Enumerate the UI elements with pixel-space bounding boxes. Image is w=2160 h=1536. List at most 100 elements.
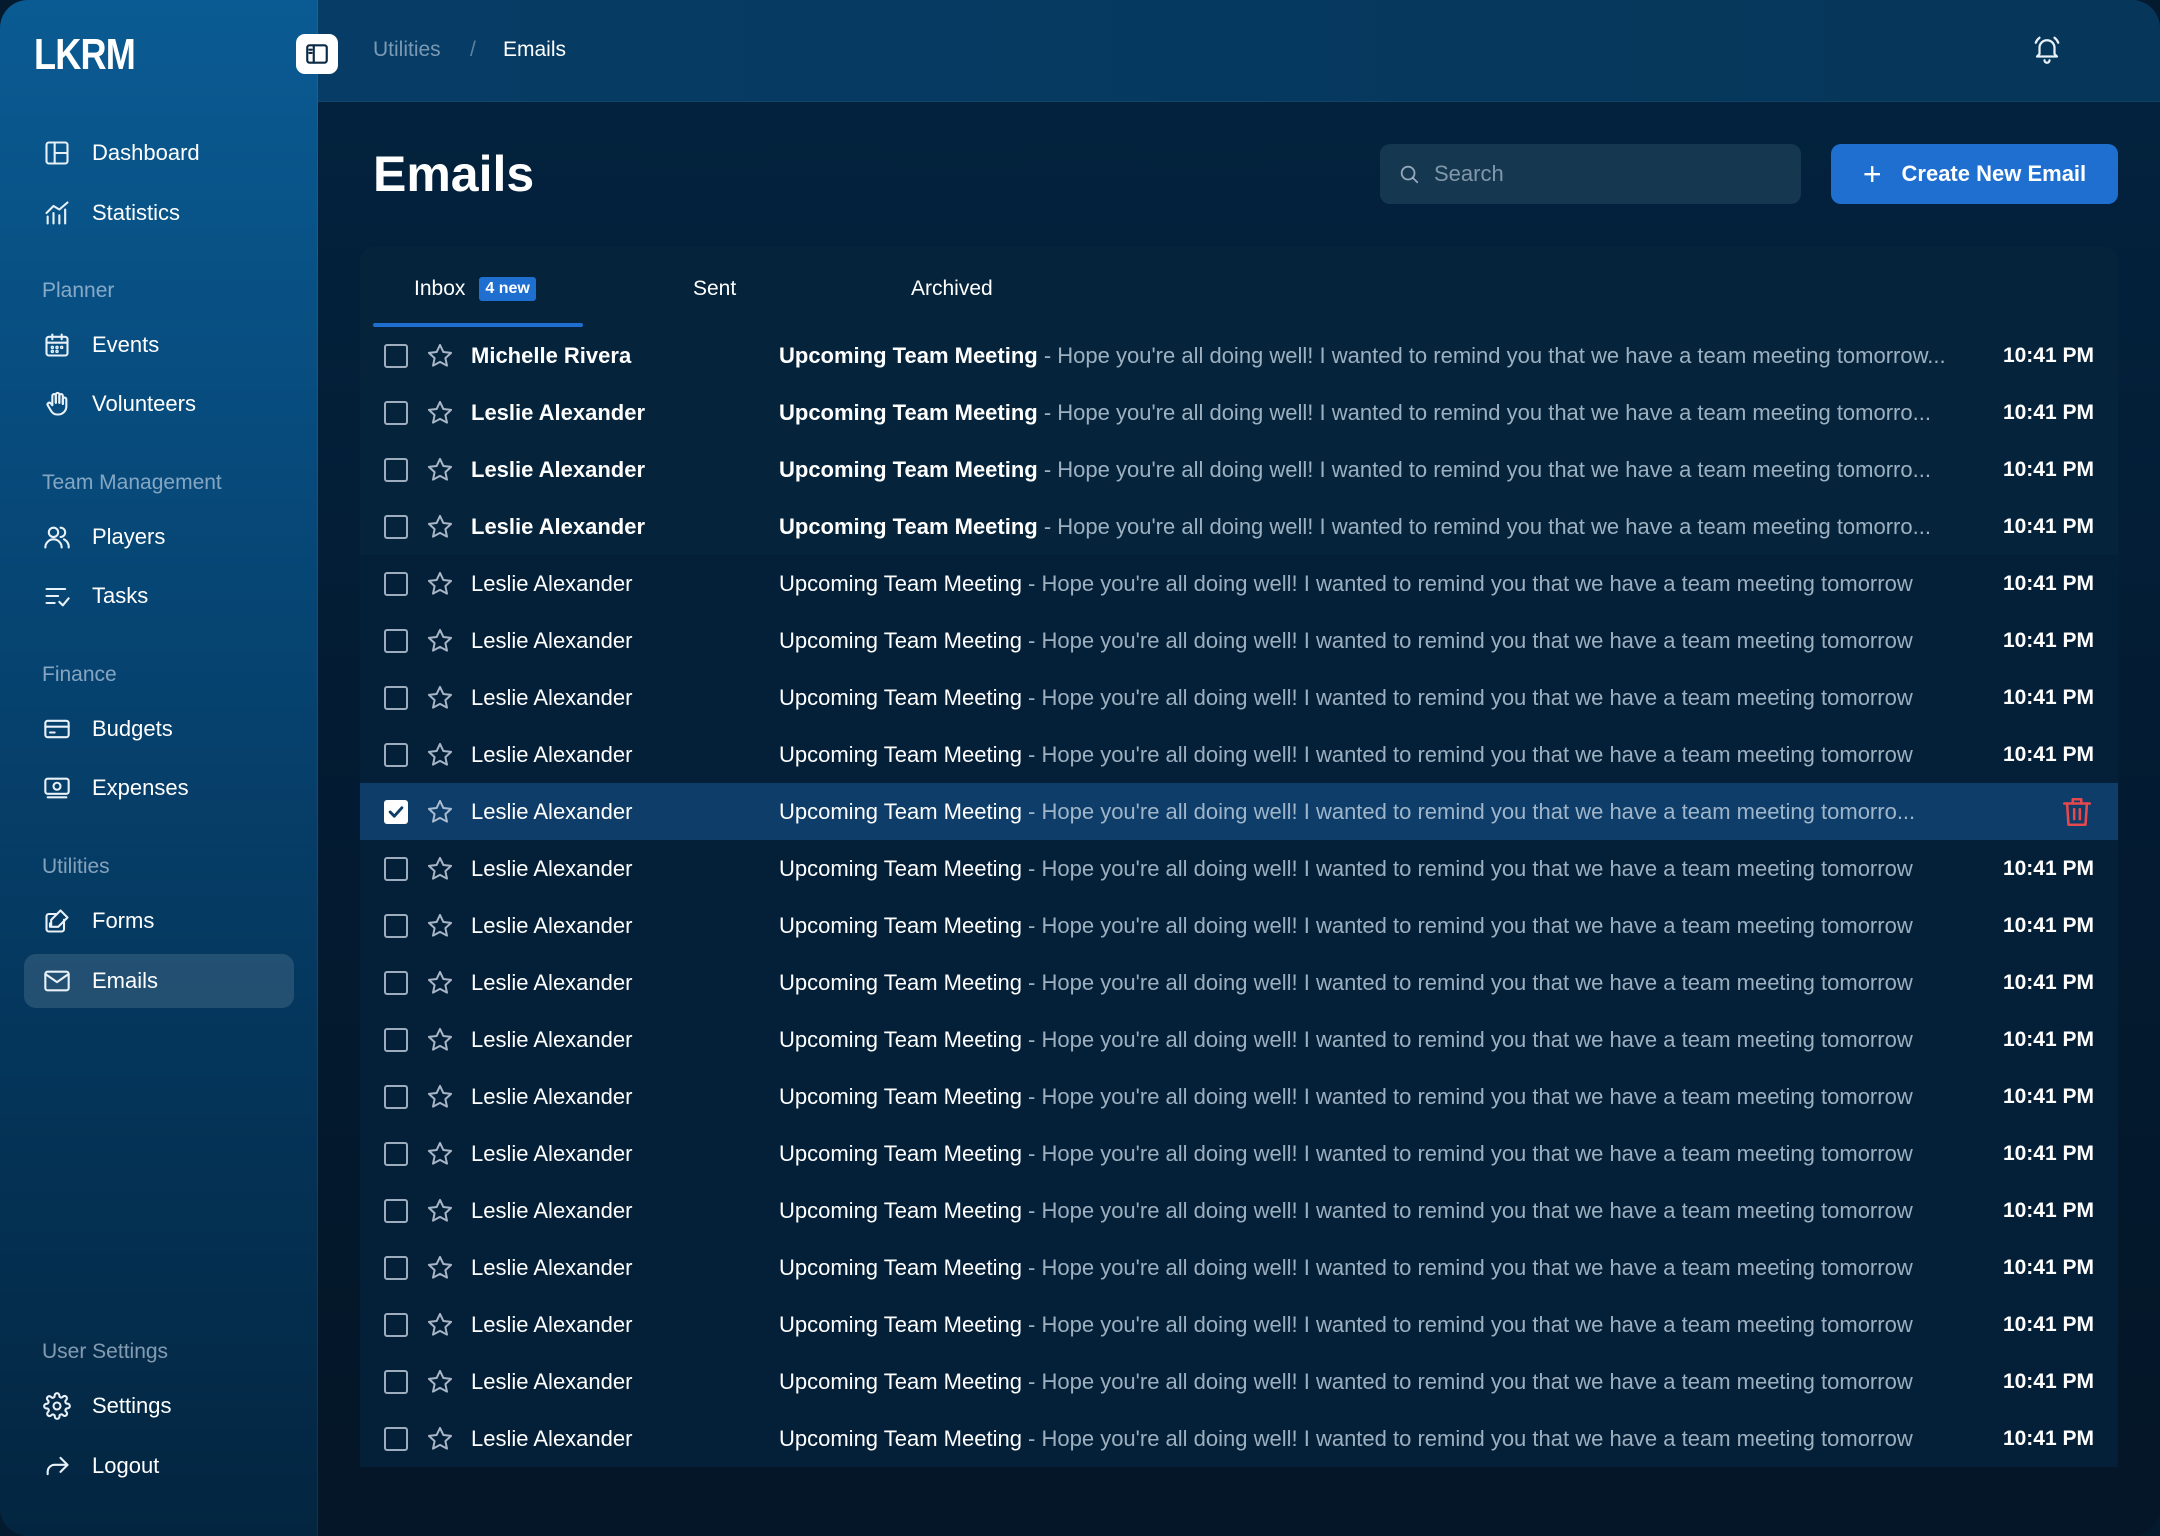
email-preview: - Hope you're all doing well! I wanted t… [1021,912,1913,938]
create-new-email-button[interactable]: + Create New Email [1831,144,2118,204]
email-checkbox[interactable] [384,970,408,995]
star-icon[interactable] [426,741,454,769]
email-row[interactable]: Leslie Alexander Upcoming Team Meeting - … [360,840,2118,897]
tab-inbox[interactable]: Inbox 4 new [414,277,536,301]
email-checkbox[interactable] [384,1255,408,1280]
sidebar-item-label: Forms [92,908,155,933]
sidebar-item-players[interactable]: Players [24,510,294,564]
email-sender: Leslie Alexander [471,627,633,653]
email-checkbox[interactable] [384,400,408,425]
email-checkbox[interactable] [384,457,408,482]
email-row[interactable]: Michelle Rivera Upcoming Team Meeting - H… [360,327,2118,384]
email-checkbox[interactable] [384,1198,408,1223]
email-row[interactable]: Leslie Alexander Upcoming Team Meeting - … [360,954,2118,1011]
tab-sent[interactable]: Sent [693,277,736,301]
email-row[interactable]: Leslie Alexander Upcoming Team Meeting - … [360,1068,2118,1125]
sidebar-toggle-button[interactable] [296,34,338,74]
star-icon[interactable] [426,399,454,427]
email-checkbox[interactable] [384,856,408,881]
star-icon[interactable] [426,1197,454,1225]
email-checkbox[interactable] [384,913,408,938]
search-input[interactable] [1434,161,1774,187]
star-icon[interactable] [426,1311,454,1339]
email-row[interactable]: Leslie Alexander Upcoming Team Meeting - … [360,669,2118,726]
star-icon[interactable] [426,912,454,940]
notifications-button[interactable] [2032,34,2062,69]
sidebar-item-settings[interactable]: Settings [24,1379,294,1433]
star-icon[interactable] [426,684,454,712]
sidebar-item-statistics[interactable]: Statistics [24,186,294,240]
star-icon[interactable] [426,855,454,883]
star-icon[interactable] [426,1083,454,1111]
star-icon[interactable] [426,1254,454,1282]
email-row[interactable]: Leslie Alexander Upcoming Team Meeting - … [360,1296,2118,1353]
sidebar-item-tasks[interactable]: Tasks [24,569,294,623]
email-row[interactable]: Leslie Alexander Upcoming Team Meeting - … [360,612,2118,669]
email-row[interactable]: Leslie Alexander Upcoming Team Meeting - … [360,897,2118,954]
sidebar-item-dashboard[interactable]: Dashboard [24,126,294,180]
email-checkbox[interactable] [384,343,408,368]
sidebar-item-forms[interactable]: Forms [24,894,294,948]
email-checkbox[interactable] [384,628,408,653]
email-row[interactable]: Leslie Alexander Upcoming Team Meeting - … [360,555,2118,612]
email-checkbox[interactable] [384,799,408,824]
email-message: Upcoming Team Meeting - Hope you're all … [779,742,1959,768]
email-row[interactable]: Leslie Alexander Upcoming Team Meeting - … [360,441,2118,498]
email-row[interactable]: Leslie Alexander Upcoming Team Meeting - … [360,498,2118,555]
tab-archived[interactable]: Archived [911,277,993,301]
star-icon[interactable] [426,798,454,826]
star-icon[interactable] [426,456,454,484]
sidebar-item-budgets[interactable]: Budgets [24,702,294,756]
sidebar-item-emails[interactable]: Emails [24,954,294,1008]
email-row[interactable]: Leslie Alexander Upcoming Team Meeting - … [360,384,2118,441]
star-icon[interactable] [426,342,454,370]
email-row[interactable]: Leslie Alexander Upcoming Team Meeting - … [360,1353,2118,1410]
email-time: 10:41 PM [2002,1084,2094,1108]
email-message: Upcoming Team Meeting - Hope you're all … [779,913,1959,939]
breadcrumb-utilities[interactable]: Utilities [373,38,441,62]
sidebar-item-logout[interactable]: Logout [24,1439,294,1493]
logout-icon [42,1451,72,1481]
email-checkbox[interactable] [384,1027,408,1052]
sidebar-item-label: Statistics [92,200,181,225]
email-sender: Leslie Alexander [471,1083,633,1109]
logo[interactable]: LKRM [34,30,136,80]
trash-icon[interactable] [2060,795,2094,829]
sidebar-item-volunteers[interactable]: Volunteers [24,377,294,431]
email-sender: Leslie Alexander [471,1140,633,1166]
star-icon[interactable] [426,1026,454,1054]
email-row[interactable]: Leslie Alexander Upcoming Team Meeting - … [360,1182,2118,1239]
email-checkbox[interactable] [384,1312,408,1337]
email-checkbox[interactable] [384,742,408,767]
search-box[interactable] [1380,144,1801,204]
star-icon[interactable] [426,570,454,598]
email-sender: Leslie Alexander [471,912,633,938]
email-checkbox[interactable] [384,1369,408,1394]
star-icon[interactable] [426,513,454,541]
email-message: Upcoming Team Meeting - Hope you're all … [779,1369,1959,1395]
sidebar-item-expenses[interactable]: Expenses [24,761,294,815]
email-preview: - Hope you're all doing well! I wanted t… [1021,1368,1913,1394]
star-icon[interactable] [426,1368,454,1396]
email-row[interactable]: Leslie Alexander Upcoming Team Meeting - … [360,726,2118,783]
email-row[interactable]: Leslie Alexander Upcoming Team Meeting - … [360,1410,2118,1467]
email-checkbox[interactable] [384,1141,408,1166]
email-checkbox[interactable] [384,571,408,596]
email-tabs: Inbox 4 new Sent Archived [360,247,2118,327]
sidebar-item-events[interactable]: Events [24,318,294,372]
email-row[interactable]: Leslie Alexander Upcoming Team Meeting - … [360,783,2118,840]
email-checkbox[interactable] [384,1426,408,1451]
email-row[interactable]: Leslie Alexander Upcoming Team Meeting - … [360,1011,2118,1068]
star-icon[interactable] [426,969,454,997]
email-row[interactable]: Leslie Alexander Upcoming Team Meeting - … [360,1125,2118,1182]
email-subject: Upcoming Team Meeting [779,1026,1022,1052]
new-count-badge: 4 new [479,277,536,301]
email-row[interactable]: Leslie Alexander Upcoming Team Meeting - … [360,1239,2118,1296]
email-checkbox[interactable] [384,514,408,539]
tasks-icon [42,581,72,611]
email-checkbox[interactable] [384,685,408,710]
star-icon[interactable] [426,1425,454,1453]
star-icon[interactable] [426,627,454,655]
star-icon[interactable] [426,1140,454,1168]
email-checkbox[interactable] [384,1084,408,1109]
